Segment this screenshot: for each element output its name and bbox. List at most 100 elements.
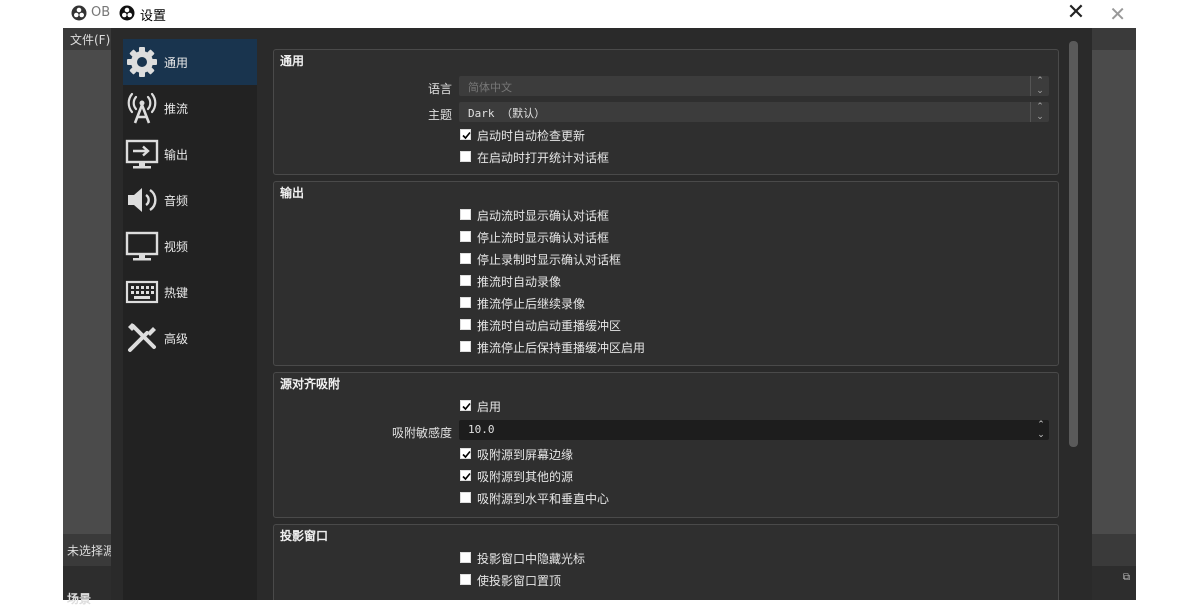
checkbox-label: 启用 (477, 400, 502, 414)
sidebar-item-label: 高级 (164, 332, 189, 346)
dialog-title-bar: 设置 ✕ (111, 0, 1092, 28)
monitor-icon (125, 231, 159, 261)
checkbox-box (460, 448, 471, 459)
theme-row: 主题 Dark （默认） ⌃ ⌄ (274, 102, 1058, 124)
keyboard-icon (125, 280, 159, 304)
output-option-row: 启动流时显示确认对话框 (274, 206, 1058, 228)
output-option-row: 推流停止后保持重播缓冲区启用 (274, 338, 1058, 360)
group-title: 源对齐吸附 (280, 377, 341, 391)
output-option-row: 停止流时显示确认对话框 (274, 228, 1058, 250)
gear-icon (127, 47, 157, 77)
close-icon[interactable]: ✕ (1066, 0, 1086, 28)
checkbox-box (460, 129, 471, 140)
spin-arrows-icon[interactable]: ⌃ ⌄ (1033, 420, 1049, 440)
checkbox-box (460, 574, 471, 585)
checkbox-label: 吸附源到屏幕边缘 (477, 448, 574, 462)
sidebar-item-output[interactable]: 输出 (123, 131, 257, 177)
snapping-option-row: 吸附源到屏幕边缘 (274, 445, 1058, 467)
dialog-title: 设置 (140, 9, 167, 24)
output-option-row: 推流时自动启动重播缓冲区 (274, 316, 1058, 338)
group-title: 投影窗口 (280, 529, 329, 543)
theme-label: 主题 (427, 108, 452, 122)
settings-sidebar: 通用 推流 输出 音频 视频 热键 高级 (123, 39, 257, 600)
checkbox-box (460, 151, 471, 162)
language-row: 语言 简体中文 ⌃ ⌄ (274, 76, 1058, 98)
updown-icon: ⌃ ⌄ (1030, 76, 1049, 96)
snapping-group: 源对齐吸附 启用 吸附敏感度 10.0 ⌃ ⌄ 吸附源到屏幕边缘 吸附源到其他的… (273, 372, 1059, 518)
language-label: 语言 (427, 82, 452, 96)
language-value: 简体中文 (468, 81, 512, 94)
checkbox-label: 停止录制时显示确认对话框 (477, 253, 622, 267)
check-updates-row: 启动时自动检查更新 (274, 126, 1058, 148)
snapping-enable-row: 启用 (274, 397, 1058, 419)
checkbox-label: 推流停止后继续录像 (477, 297, 586, 311)
checkbox-label: 推流时自动启动重播缓冲区 (477, 319, 622, 333)
checkbox-box (460, 492, 471, 503)
broadcast-icon (127, 92, 157, 124)
output-group: 输出 启动流时显示确认对话框 停止流时显示确认对话框 停止录制时显示确认对话框 (273, 181, 1059, 366)
sidebar-item-video[interactable]: 视频 (123, 223, 257, 269)
checkbox-box (460, 297, 471, 308)
settings-dialog: 设置 ✕ 通用 推流 输出 音频 视频 热键 高级 通用 语言 简体中文 ⌃ ⌄… (111, 0, 1092, 600)
settings-content: 通用 语言 简体中文 ⌃ ⌄ 主题 Dark （默认） ⌃ ⌄ 启动时自动检查更新 (271, 39, 1059, 600)
sidebar-item-stream[interactable]: 推流 (123, 85, 257, 131)
snapping-option-row: 吸附源到其他的源 (274, 467, 1058, 489)
sensitivity-row: 吸附敏感度 10.0 ⌃ ⌄ (274, 420, 1058, 442)
no-source-selected-text: 未选择源 (67, 544, 116, 558)
general-group: 通用 语言 简体中文 ⌃ ⌄ 主题 Dark （默认） ⌃ ⌄ 启动时自动检查更新 (273, 49, 1059, 175)
sidebar-item-label: 推流 (164, 102, 189, 116)
updown-icon: ⌃ ⌄ (1030, 102, 1049, 122)
checkbox-box (460, 231, 471, 242)
sensitivity-value: 10.0 (468, 423, 495, 436)
checkbox-box (460, 319, 471, 330)
checkbox-box (460, 341, 471, 352)
checkbox-label: 在启动时打开统计对话框 (477, 151, 610, 165)
checkbox-label: 使投影窗口置顶 (477, 574, 562, 588)
output-icon (125, 139, 159, 169)
checkbox-box (460, 209, 471, 220)
background-close-icon[interactable]: ✕ (1109, 2, 1126, 26)
sidebar-item-label: 视频 (164, 240, 189, 254)
snapping-option-row: 吸附源到水平和垂直中心 (274, 489, 1058, 511)
checkbox-box (460, 470, 471, 481)
sidebar-item-label: 热键 (164, 286, 189, 300)
projector-option-row: 投影窗口中隐藏光标 (274, 549, 1058, 571)
theme-value: Dark （默认） (468, 107, 546, 120)
sensitivity-label: 吸附敏感度 (391, 426, 452, 440)
output-option-row: 推流时自动录像 (274, 272, 1058, 294)
checkbox-label: 推流停止后保持重播缓冲区启用 (477, 341, 646, 355)
sidebar-item-advanced[interactable]: 高级 (123, 315, 257, 361)
checkbox-label: 投影窗口中隐藏光标 (477, 552, 586, 566)
content-scrollbar[interactable] (1069, 41, 1078, 447)
sidebar-item-hotkeys[interactable]: 热键 (123, 269, 257, 315)
sidebar-item-label: 音频 (164, 194, 189, 208)
sidebar-item-label: 通用 (164, 56, 189, 70)
output-option-row: 推流停止后继续录像 (274, 294, 1058, 316)
language-select[interactable]: 简体中文 ⌃ ⌄ (459, 76, 1049, 96)
background-title: OB (91, 5, 111, 20)
group-title: 输出 (280, 186, 305, 200)
output-option-row: 停止录制时显示确认对话框 (274, 250, 1058, 272)
sensitivity-spinbox[interactable]: 10.0 ⌃ ⌄ (459, 420, 1049, 440)
checkbox-box (460, 400, 471, 411)
menu-file[interactable]: 文件(F) (70, 31, 110, 48)
sidebar-item-audio[interactable]: 音频 (123, 177, 257, 223)
speaker-icon (128, 188, 157, 212)
tools-icon (128, 323, 156, 352)
projector-option-row: 使投影窗口置顶 (274, 571, 1058, 593)
checkbox-box (460, 253, 471, 264)
obs-logo-icon (119, 5, 135, 21)
sidebar-item-label: 输出 (164, 148, 189, 162)
checkbox-label: 启动流时显示确认对话框 (477, 209, 610, 223)
checkbox-label: 吸附源到水平和垂直中心 (477, 492, 610, 506)
open-stats-row: 在启动时打开统计对话框 (274, 148, 1058, 170)
scenes-dock-title: 场景 (67, 592, 92, 606)
group-title: 通用 (280, 54, 305, 68)
theme-select[interactable]: Dark （默认） ⌃ ⌄ (459, 102, 1049, 122)
projectors-group: 投影窗口 投影窗口中隐藏光标 使投影窗口置顶 (273, 524, 1059, 600)
sidebar-item-general[interactable]: 通用 (123, 39, 257, 85)
checkbox-label: 吸附源到其他的源 (477, 470, 574, 484)
checkbox-box (460, 552, 471, 563)
dock-float-icon[interactable]: ⧉ (1123, 572, 1130, 583)
obs-logo-icon (71, 5, 87, 21)
